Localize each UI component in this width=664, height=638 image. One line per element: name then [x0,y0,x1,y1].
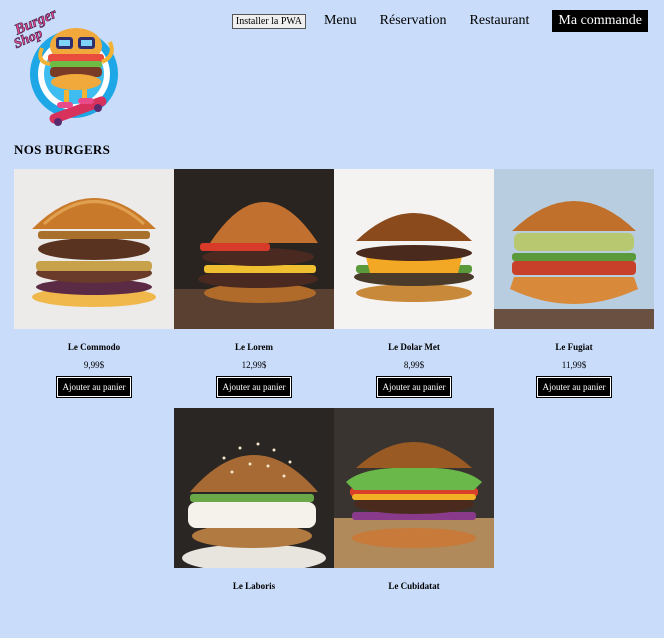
product-name: Le Fugiat [555,342,593,352]
section-title: NOS BURGERS [14,142,111,157]
product-card: Le Commodo 9,99$ Ajouter au panier [14,169,174,399]
product-price: 11,99$ [561,360,587,370]
product-card: Le Lorem 12,99$ Ajouter au panier [174,169,334,399]
burger-photo [334,169,494,329]
product-card: Le Fugiat 11,99$ Ajouter au panier [494,169,654,399]
burger-photo [14,169,174,329]
nav-link-restaurant[interactable]: Restaurant [470,13,530,29]
add-to-cart-button[interactable]: Ajouter au panier [535,376,613,398]
product-card: Le Laboris [174,408,334,638]
install-pwa-button[interactable]: Installer la PWA [231,13,306,29]
product-name: Le Lorem [234,342,274,352]
product-name: Le Laboris [232,581,276,591]
product-price [334,599,494,610]
product-price [174,599,334,610]
burger-photo [334,408,494,568]
product-price: 8,99$ [403,360,425,370]
burger-photo [174,408,334,568]
add-to-cart-button[interactable]: Ajouter au panier [55,376,133,398]
burger-shop-logo[interactable]: Burger Shop [12,2,124,134]
main-nav: Installer la PWA Menu Réservation Restau… [231,10,648,32]
product-price: 9,99$ [83,360,105,370]
product-card: Le Dolar Met 8,99$ Ajouter au panier [334,169,494,399]
burger-photo [494,169,654,329]
product-name: Le Dolar Met [388,342,440,352]
nav-link-menu[interactable]: Menu [324,13,357,29]
product-name: Le Commodo [67,342,121,352]
product-name: Le Cubidatat [388,581,440,591]
product-card: Le Cubidatat [334,408,494,638]
product-price: 12,99$ [241,360,267,370]
nav-link-reservation[interactable]: Réservation [380,13,447,29]
burger-photo [174,169,334,329]
add-to-cart-button[interactable]: Ajouter au panier [375,376,453,398]
product-grid: Le Commodo 9,99$ Ajouter au panier Le Lo… [14,169,654,638]
add-to-cart-button[interactable]: Ajouter au panier [215,376,293,398]
my-order-button[interactable]: Ma commande [552,10,648,32]
